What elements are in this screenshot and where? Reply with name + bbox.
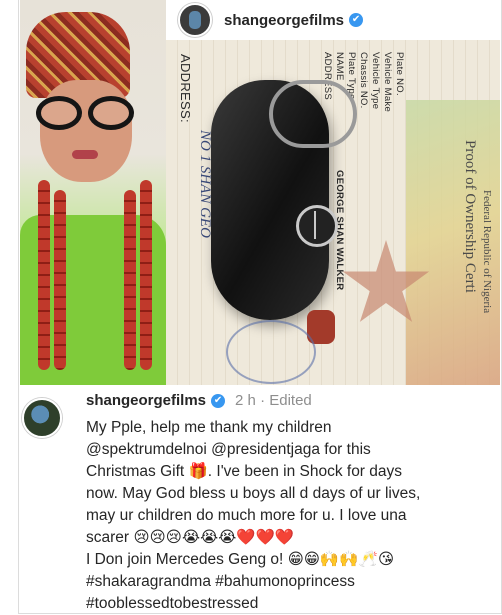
lips <box>72 150 98 159</box>
caption-line: now. May God bless u boys all d days of … <box>86 485 421 502</box>
key-ring-icon <box>269 80 357 148</box>
key-document-photo: Proof of Ownership Certi Federal Republi… <box>166 40 500 385</box>
doc-label-type: Vehicle Type <box>370 52 381 110</box>
caption-comment: shangeorgefilms ✔ 2 h · Edited My Pple, … <box>20 386 500 612</box>
post-header: shangeorgefilms ✔ <box>150 0 500 40</box>
caption-line: My Pple, help me thank my children <box>86 419 332 436</box>
hashtag-line[interactable]: #tooblessedtobestressed <box>86 593 496 615</box>
post-username[interactable]: shangeorgefilms <box>224 12 344 29</box>
comment-header: shangeorgefilms ✔ 2 h · Edited <box>86 392 312 409</box>
doc-label-name: NAME <box>334 52 345 81</box>
doc-label-chassis: Chassis NO. <box>358 52 369 109</box>
profile-avatar[interactable] <box>178 3 212 37</box>
certificate-title: Proof of Ownership Certi <box>462 140 478 293</box>
verified-badge-icon: ✔ <box>349 13 364 27</box>
coral-beads <box>28 180 158 380</box>
official-stamp <box>226 320 316 384</box>
doc-address-label: ADDRESS: <box>178 54 193 123</box>
comment-time: 2 h · Edited <box>235 392 312 409</box>
caption-line: I Don join Mercedes Geng o! 😁😁🙌🙌🥂😘 <box>86 551 394 568</box>
comment-username[interactable]: shangeorgefilms <box>86 392 206 409</box>
comment-avatar[interactable] <box>22 398 62 438</box>
caption-line: Christmas Gift 🎁. I've been in Shock for… <box>86 463 403 480</box>
comment-verified-badge-icon: ✔ <box>211 393 226 408</box>
caption-line[interactable]: @spektrumdelnoi @presidentjaga for this <box>86 439 496 461</box>
caption-line: may ur children do much more for u. I lo… <box>86 507 407 524</box>
eyeglasses <box>36 96 148 132</box>
caption-line: scarer 😢😢😢😭😭😭❤️❤️❤️ <box>86 529 295 546</box>
woman-photo <box>20 0 166 385</box>
doc-label-plate: Plate NO. <box>394 52 405 96</box>
doc-label-make: Vehicle Make <box>382 52 393 113</box>
mercedes-logo-icon <box>296 205 338 247</box>
car-key <box>211 80 357 344</box>
comment-text: My Pple, help me thank my children @spek… <box>86 417 496 615</box>
certificate-header: Federal Republic of Nigeria <box>481 190 493 314</box>
hashtag-line[interactable]: #shakaragrandma #bahumonoprincess <box>86 571 496 593</box>
